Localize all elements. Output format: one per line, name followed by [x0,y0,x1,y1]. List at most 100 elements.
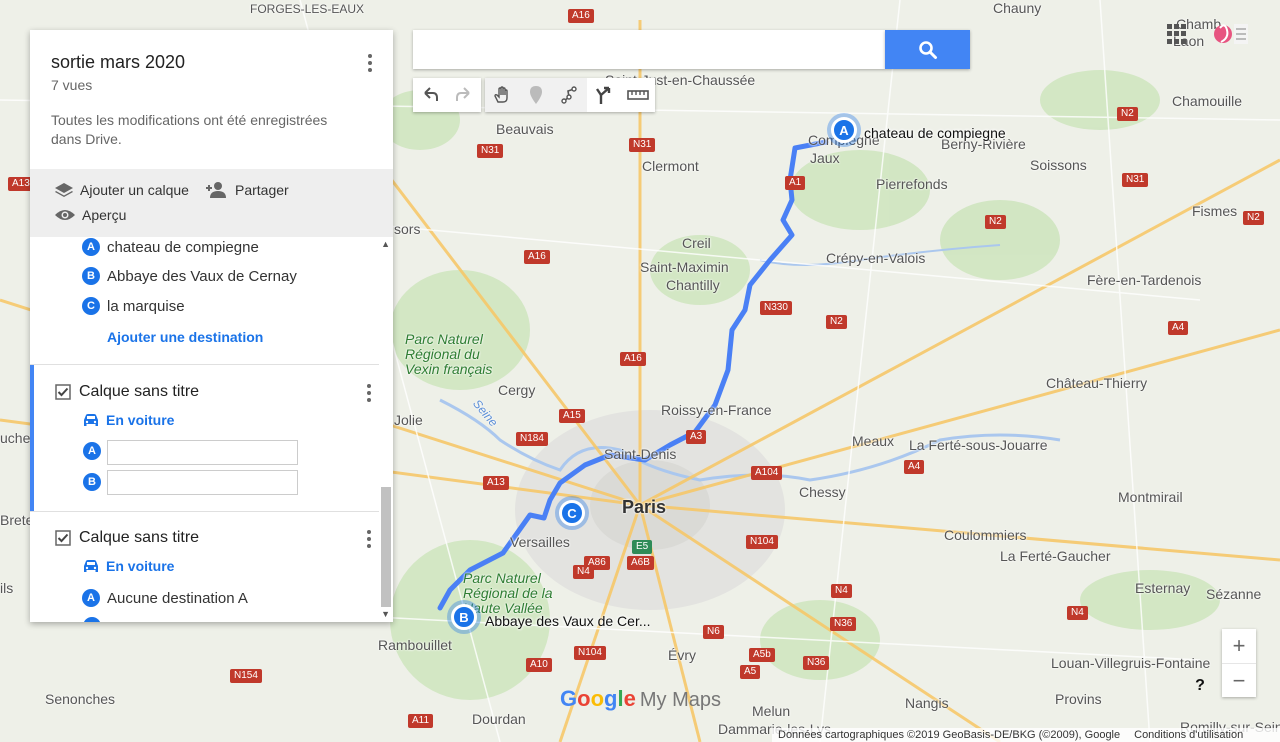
map-footer: Données cartographiques ©2019 GeoBasis-D… [772,728,1280,742]
car-icon [84,560,98,572]
road-badge: N104 [746,535,778,549]
map-options-menu-icon[interactable] [360,50,380,76]
road-badge: A1 [785,176,806,190]
terms-link[interactable]: Conditions d'utilisation [1134,729,1243,741]
place-label: Meaux [852,433,895,449]
destination-name: Abbaye des Vaux de Cernay [107,267,297,285]
place-label: Chantilly [666,277,720,293]
road-badge: N4 [831,584,852,598]
measure-button[interactable] [621,78,655,112]
layers-list[interactable]: Achateau de compiegne B Abbaye des Vaux d… [30,237,393,622]
road-badge: A3 [686,430,707,444]
place-label: Provins [1055,691,1102,707]
redo-icon [456,87,470,101]
road-badge: A4 [904,460,925,474]
ruler-icon [627,90,649,100]
place-label: Chauny [993,0,1042,16]
view-count: 7 vues [51,77,93,93]
product-name: My Maps [639,689,721,711]
travel-mode[interactable]: En voiture [82,412,174,428]
profile-image [1214,24,1248,44]
add-person-icon [206,182,226,198]
destination-b-input[interactable] [107,470,298,495]
add-marker-button[interactable] [519,78,553,112]
divider [30,364,379,365]
place-label: FORGES-LES-EAUX [250,2,365,16]
place-label: Louan-Villegruis-Fontaine [1051,655,1211,671]
place-label: Beauvais [496,121,554,137]
redo-button[interactable] [447,78,481,112]
preview-button[interactable]: Aperçu [54,207,126,223]
road-badge: A4 [1168,321,1189,335]
route-marker-a[interactable]: A [831,117,857,143]
place-label: Pierrefonds [876,176,948,192]
map-title[interactable]: sortie mars 2020 [51,52,373,73]
route-marker-b[interactable]: B [451,604,477,630]
destination-a-icon: A [82,589,100,607]
share-button[interactable]: Partager [205,181,289,199]
road-badge: N4 [1067,606,1088,620]
search-button[interactable] [885,30,970,69]
input-b-icon: B [83,473,101,491]
road-badge: A13 [483,476,509,490]
apps-grid-icon[interactable] [1167,24,1187,44]
place-label: ils [0,580,14,596]
google-my-maps-logo: Google My Maps [560,686,721,712]
road-badge: N184 [516,432,548,446]
destination-item[interactable]: B Abbaye des Vaux de Cernay [82,267,297,285]
road-badge: N154 [230,669,262,683]
scroll-down-icon[interactable]: ▼ [381,609,390,619]
road-badge: N2 [826,315,847,329]
share-label: Partager [235,182,289,198]
place-label: Fère-en-Tardenois [1087,272,1202,288]
destination-item[interactable]: Cla marquise [82,297,185,315]
place-label: Dourdan [472,711,526,727]
scrollbar-thumb[interactable] [381,487,391,607]
add-layer-button[interactable]: Ajouter un calque [54,181,189,199]
park-label: Parc Naturel Régional du Vexin français [405,331,493,377]
place-label: Chamouille [1172,93,1243,109]
layer-title[interactable]: Calque sans titre [79,529,199,547]
destination-item[interactable]: A Aucune destination A [82,589,248,607]
avatar[interactable] [1211,18,1251,50]
place-label: Jaux [810,150,840,166]
eye-icon [55,210,75,220]
destination-a-icon: A [82,238,100,256]
zoom-in-button[interactable]: + [1222,629,1256,663]
map-actions: Ajouter un calque Partager Aperçu [30,169,393,237]
select-tool-button[interactable] [485,78,519,112]
divider [30,511,379,512]
active-layer-indicator [30,365,34,511]
add-directions-button[interactable] [587,78,621,112]
destination-name: chateau de compiegne [107,238,259,256]
layer-title[interactable]: Calque sans titre [79,383,199,401]
google-logo: Google [560,686,636,711]
scroll-up-icon[interactable]: ▲ [381,239,390,249]
place-label: Creil [682,235,711,251]
route-marker-c[interactable]: C [559,500,585,526]
undo-button[interactable] [413,78,447,112]
destination-a-input[interactable] [107,440,298,465]
search-input[interactable] [413,30,885,69]
draw-line-button[interactable] [553,78,587,112]
add-destination-link[interactable]: Ajouter une destination [107,329,263,345]
zoom-out-button[interactable]: − [1222,663,1256,697]
search-icon [918,40,937,59]
layer-checkbox[interactable] [55,530,71,546]
place-label: Rambouillet [378,637,452,653]
layer-options-menu-icon[interactable] [359,526,379,552]
travel-mode[interactable]: En voiture [82,558,174,574]
marker-icon [530,86,542,104]
undo-icon [424,87,438,101]
place-label: Roissy-en-France [661,402,772,418]
history-tools [413,78,481,112]
road-badge: N104 [574,646,606,660]
help-button[interactable]: ? [1188,674,1212,698]
road-badge: N31 [477,144,504,158]
place-label: Chessy [799,484,846,500]
destination-name: la marquise [107,297,185,315]
layer-header: Calque sans titre [55,529,199,547]
layer-options-menu-icon[interactable] [359,380,379,406]
destination-item[interactable]: Achateau de compiegne [82,238,259,256]
layer-checkbox[interactable] [55,384,71,400]
